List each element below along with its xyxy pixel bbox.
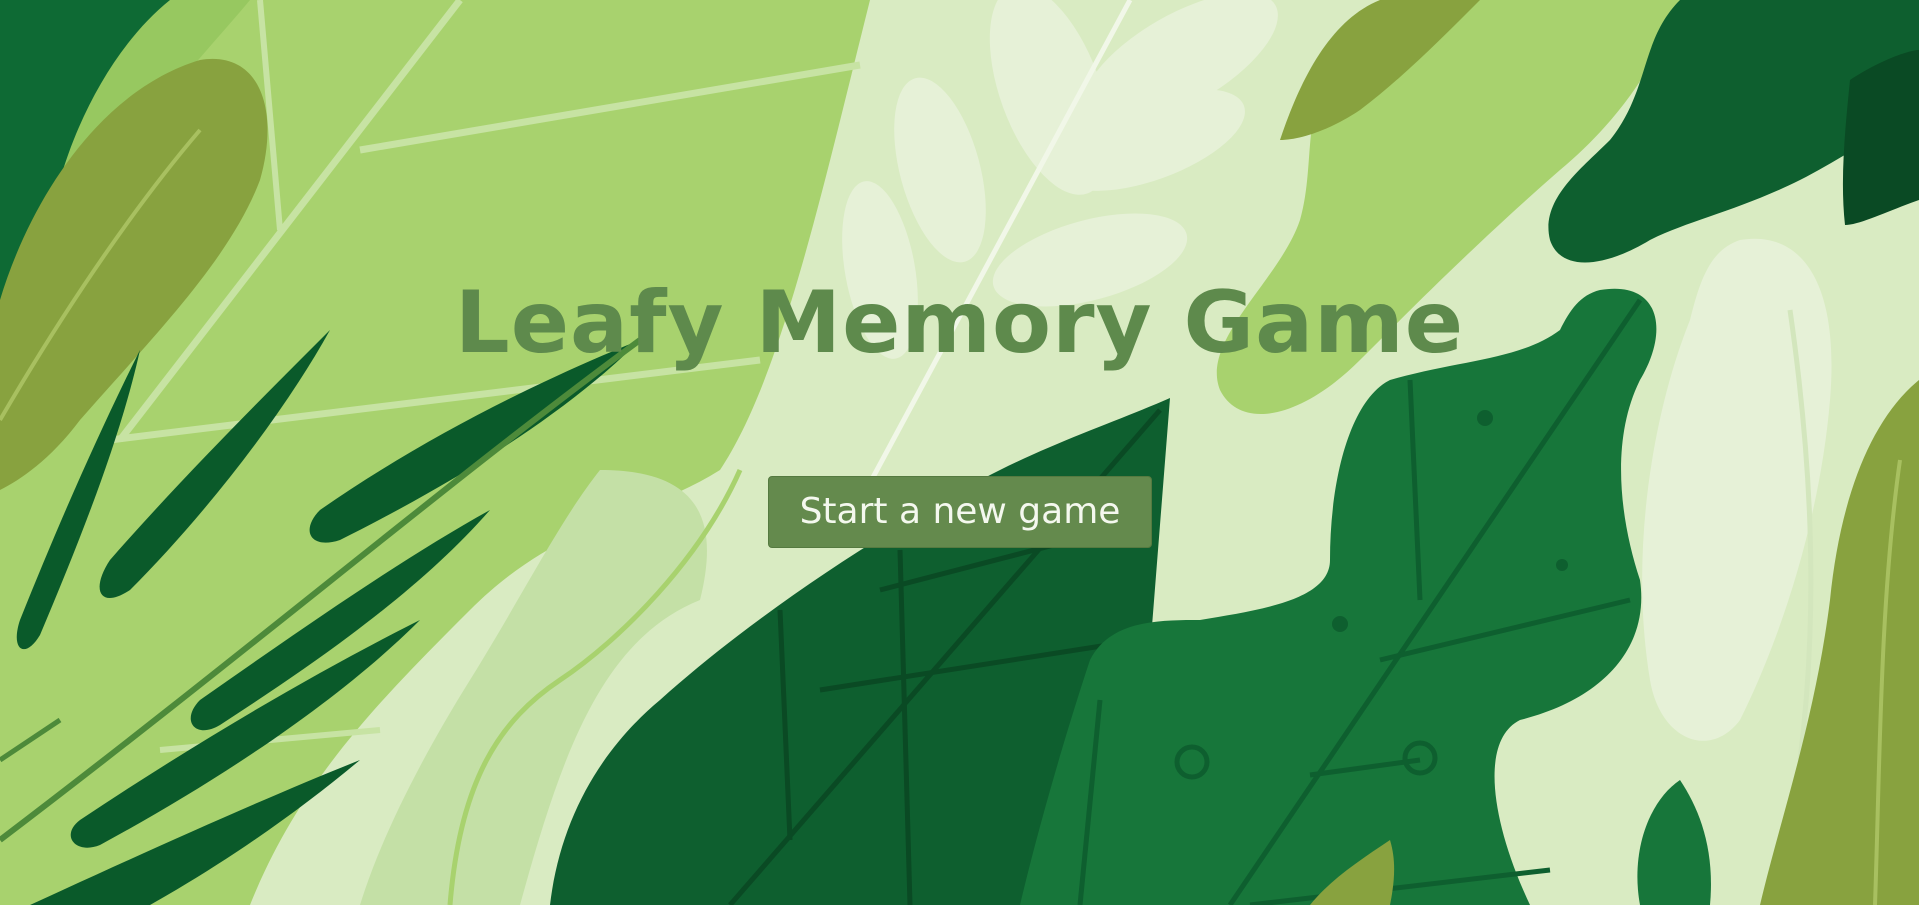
leafy-background-illustration: [0, 0, 1919, 905]
start-new-game-button[interactable]: Start a new game: [768, 476, 1152, 548]
game-title: Leafy Memory Game: [454, 273, 1465, 373]
game-start-screen: Leafy Memory Game Start a new game: [0, 0, 1919, 905]
